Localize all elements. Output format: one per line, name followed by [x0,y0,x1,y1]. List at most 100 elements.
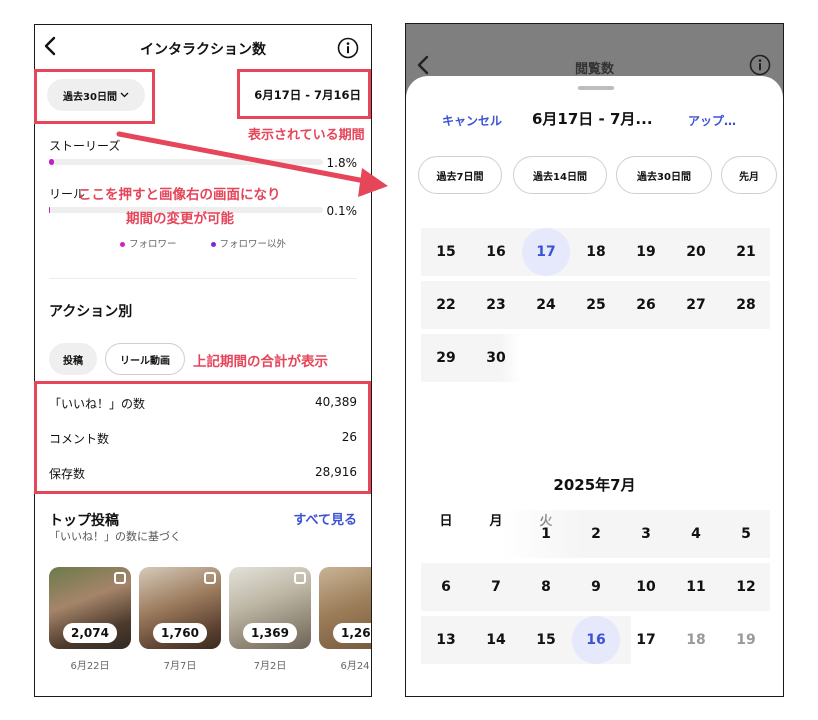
sheet-grabber[interactable] [578,86,614,90]
calendar-day[interactable]: 5 [722,510,770,558]
legend: フォロワー フォロワー以外 [35,236,371,250]
calendar-day[interactable]: 23 [472,281,520,329]
calendar-day[interactable]: 30 [472,334,520,382]
carousel-icon [114,572,126,584]
stat-value: 40,389 [315,395,357,409]
stat-row-comments: コメント数 26 [49,430,357,447]
calendar-day[interactable]: 1 [522,510,570,558]
info-icon[interactable] [749,54,771,76]
calendar-day-disabled: 18 [686,632,706,648]
carousel-icon [294,572,306,584]
annotation-tap-hint-1: ここを押すと画像右の画面になり [78,187,281,203]
top-post-thumbnail[interactable]: 1,760 [139,567,221,649]
top-post-thumbnail[interactable]: 1,266 [319,567,371,649]
cancel-button[interactable]: キャンセル [442,112,502,129]
post-date: 7月7日 [163,661,197,672]
calendar-day-selected-end[interactable]: 16 [572,616,620,664]
legend-nonfollower: フォロワー以外 [210,236,286,250]
legend-follower: フォロワー [119,236,177,250]
header: インタラクション数 [35,25,371,71]
chevron-down-icon [120,92,129,98]
calendar-day[interactable]: 20 [672,228,720,276]
annotation-tap-hint-2: 期間の変更が可能 [126,211,234,227]
range-dropdown-button[interactable]: 過去30日間 [47,79,145,111]
action-section-title: アクション別 [49,304,133,320]
stat-value: 28,916 [315,465,357,479]
calendar-week: 13 14 15 16 [421,616,631,664]
see-all-link[interactable]: すべて見る [293,509,357,528]
metric-label-stories: ストーリーズ [49,139,121,153]
calendar-day[interactable]: 24 [522,281,570,329]
calendar-day[interactable]: 4 [672,510,720,558]
stat-row-saves: 保存数 28,916 [49,465,357,482]
calendar-day[interactable]: 12 [722,563,770,611]
calendar-day[interactable]: 28 [722,281,770,329]
calendar-day[interactable]: 14 [472,616,520,664]
calendar-day[interactable]: 13 [422,616,470,664]
calendar-week: 22 23 24 25 26 27 28 [421,281,770,329]
calendar-week: 6 7 8 9 10 11 12 [421,563,770,611]
nonfollower-dot-icon [210,242,216,247]
calendar-day[interactable]: 6 [422,563,470,611]
calendar-day[interactable]: 22 [422,281,470,329]
stat-label: 保存数 [49,467,86,481]
weekday-label: 日 [439,514,453,529]
stat-row-likes: 「いいね！」の数 40,389 [49,395,357,412]
top-posts-title: トップ投稿 [49,513,119,529]
date-range-label: 6月17日 - 7月16日 [254,88,361,102]
calendar-day[interactable]: 19 [622,228,670,276]
calendar-day[interactable]: 21 [722,228,770,276]
top-post-thumbnail[interactable]: 1,369 [229,567,311,649]
chip-last-month[interactable]: 先月 [721,156,777,194]
calendar-day[interactable]: 10 [622,563,670,611]
post-date: 6月24日 [340,661,371,672]
chip-last-7-days[interactable]: 過去7日間 [418,156,502,194]
chip-posts[interactable]: 投稿 [49,343,97,375]
calendar-day[interactable]: 29 [422,334,470,382]
date-picker-screen: 閲覧数 キャンセル 6月17日 - 7月... アップ… 過去7日間 過去14日… [405,23,784,697]
date-picker-sheet: キャンセル 6月17日 - 7月... アップ… 過去7日間 過去14日間 過去… [406,76,783,696]
chip-last-30-days[interactable]: 過去30日間 [616,156,712,194]
post-like-count: 2,074 [63,623,117,643]
calendar-week: 1 2 3 4 5 [501,510,770,558]
calendar-day[interactable]: 9 [572,563,620,611]
stat-label: コメント数 [49,432,110,446]
metric-pct-stories: 1.8% [326,156,358,170]
calendar-day[interactable]: 15 [422,228,470,276]
range-button-label: 過去30日間 [63,91,117,103]
post-date: 6月22日 [70,661,110,672]
chip-reels[interactable]: リール動画 [105,343,185,375]
divider [49,278,357,279]
metric-bar-fill [49,207,50,213]
calendar-day[interactable]: 8 [522,563,570,611]
month-title: 2025年7月 [553,476,636,494]
calendar-day[interactable]: 11 [672,563,720,611]
follower-dot-icon [119,242,125,247]
calendar-day[interactable]: 18 [572,228,620,276]
calendar-day-selected-start[interactable]: 17 [522,228,570,276]
calendar-day[interactable]: 16 [472,228,520,276]
info-icon[interactable] [337,37,359,59]
calendar-day[interactable]: 27 [672,281,720,329]
top-post-thumbnail[interactable]: 2,074 [49,567,131,649]
calendar-day[interactable]: 3 [622,510,670,558]
calendar-week: 15 16 17 18 19 20 21 [421,228,770,276]
post-like-count: 1,266 [333,623,371,643]
update-button[interactable]: アップ… [688,112,736,129]
calendar-day[interactable]: 2 [572,510,620,558]
annotation-sum-shown: 上記期間の合計が表示 [193,354,328,370]
calendar-day[interactable]: 17 [622,616,670,664]
top-posts-subtitle: 「いいね！」の数に基づく [49,530,181,543]
calendar-day-disabled: 19 [736,632,756,648]
metric-bar-fill [49,159,54,165]
calendar-day[interactable]: 26 [622,281,670,329]
metric-pct-reels: 0.1% [326,204,358,218]
metric-bar-stories [49,159,323,165]
sheet-title: 6月17日 - 7月... [532,110,653,128]
annotation-period-shown: 表示されている期間 [248,128,365,143]
calendar-day[interactable]: 25 [572,281,620,329]
post-like-count: 1,760 [153,623,207,643]
calendar-day[interactable]: 7 [472,563,520,611]
calendar-day[interactable]: 15 [522,616,570,664]
chip-last-14-days[interactable]: 過去14日間 [513,156,607,194]
